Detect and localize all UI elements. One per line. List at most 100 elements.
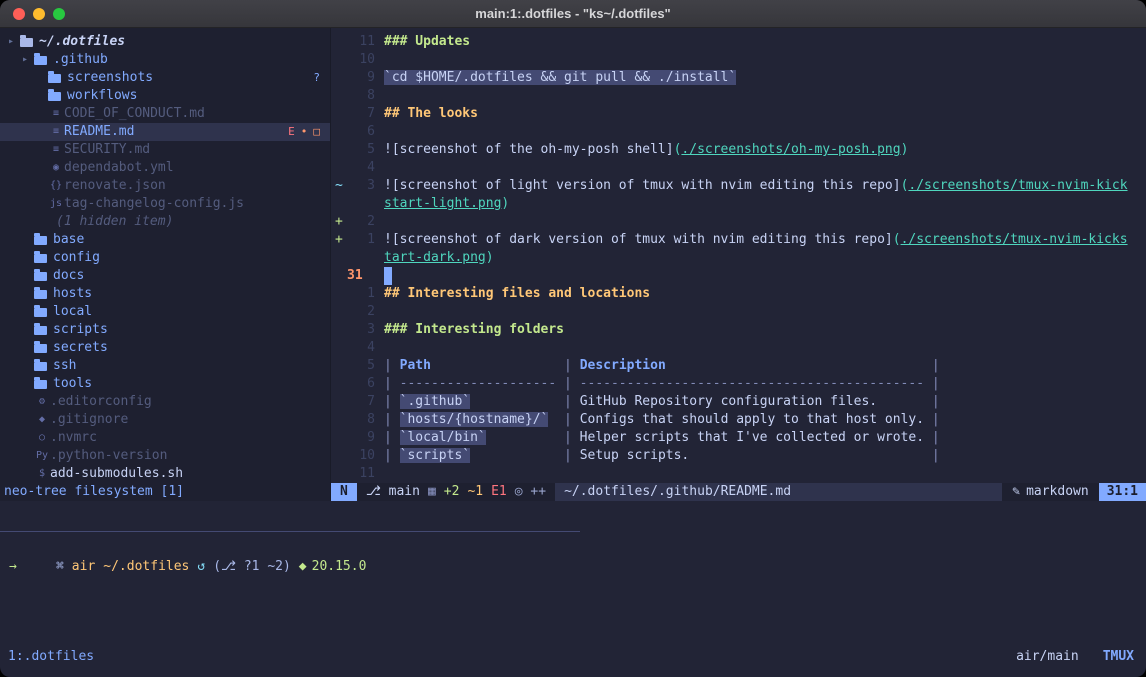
editor-line[interactable]: 9| `local/bin` | Helper scripts that I'v… [331, 429, 1146, 447]
tree-item-tag-changelog-config-js[interactable]: jstag-changelog-config.js [0, 195, 330, 213]
neo-tree-sidebar[interactable]: ▸~/.dotfiles▸ .githubscreenshots?workflow… [0, 28, 331, 501]
editor-line[interactable]: 1## Interesting files and locations [331, 285, 1146, 303]
text-segment: Description [580, 358, 666, 373]
editor-line[interactable]: 5| Path | Description | [331, 357, 1146, 375]
line-text [375, 339, 384, 357]
tree-item-local[interactable]: local [0, 303, 330, 321]
line-number: 7 [345, 105, 375, 123]
editor-line[interactable]: 8 [331, 87, 1146, 105]
tree-item-renovate-json[interactable]: {}renovate.json [0, 177, 330, 195]
tree-item-label: tools [53, 375, 92, 393]
editor-line[interactable]: 6 [331, 123, 1146, 141]
sign-column [331, 339, 345, 357]
line-number [345, 249, 375, 267]
editor-line[interactable]: 8| `hosts/{hostname}/` | Configs that sh… [331, 411, 1146, 429]
file-tree[interactable]: ▸~/.dotfiles▸ .githubscreenshots?workflow… [0, 28, 330, 483]
minimize-button[interactable] [33, 8, 45, 20]
tree-item-config[interactable]: config [0, 249, 330, 267]
line-text: ### Updates [375, 33, 470, 51]
expander-icon[interactable]: ▸ [8, 33, 20, 51]
line-number: 2 [345, 303, 375, 321]
editor-line[interactable]: +2 [331, 213, 1146, 231]
tree-item-label: README.md [64, 123, 134, 141]
folder-icon [34, 272, 47, 281]
editor-line[interactable]: 5![screenshot of the oh-my-posh shell](.… [331, 141, 1146, 159]
editor-line[interactable]: 31 [331, 267, 1146, 285]
editor-line[interactable]: 4 [331, 159, 1146, 177]
line-number: 5 [345, 357, 375, 375]
tree-item-label: CODE_OF_CONDUCT.md [64, 105, 205, 123]
shell-prompt: ⌘air~/.dotfiles↺(⎇ ?1 ~2)◆20.15.0 [0, 540, 1146, 558]
yml-file-icon: ◉ [48, 159, 64, 177]
tree-item-workflows[interactable]: workflows [0, 87, 330, 105]
line-number [345, 195, 375, 213]
editor-line[interactable]: start-light.png) [331, 195, 1146, 213]
tree-item-label: secrets [53, 339, 108, 357]
titlebar[interactable]: main:1:.dotfiles - "ks~/.dotfiles" [0, 0, 1146, 28]
shell-pane[interactable]: ⌘air~/.dotfiles↺(⎇ ?1 ~2)◆20.15.0 → [0, 529, 1146, 645]
editor-line[interactable]: 7| `.github` | GitHub Repository configu… [331, 393, 1146, 411]
tree-item-code-of-conduct-md[interactable]: ≡CODE_OF_CONDUCT.md [0, 105, 330, 123]
tree-item-dependabot-yml[interactable]: ◉dependabot.yml [0, 159, 330, 177]
tree-item-docs[interactable]: docs [0, 267, 330, 285]
tree-item-editorconfig[interactable]: ⚙.editorconfig [0, 393, 330, 411]
statusline-left: ⎇ main ▦ +2 ~1 E1 ◎ ++ [357, 483, 555, 501]
editor-line[interactable]: 9`cd $HOME/.dotfiles && git pull && ./in… [331, 69, 1146, 87]
editor-buffer[interactable]: 11### Updates 10 9`cd $HOME/.dotfiles &&… [331, 28, 1146, 483]
editor-line[interactable]: 11### Updates [331, 33, 1146, 51]
editor-line[interactable]: 10| `scripts` | Setup scripts. | [331, 447, 1146, 465]
filetype-label: markdown [1026, 483, 1089, 501]
folder-icon [34, 362, 47, 371]
editor-line[interactable]: 6| -------------------- | --------------… [331, 375, 1146, 393]
tree-item-dotfiles[interactable]: ▸~/.dotfiles [0, 33, 330, 51]
text-segment: | [384, 430, 400, 445]
tree-item-base[interactable]: base [0, 231, 330, 249]
text-segment: | [548, 412, 579, 427]
editor-line[interactable]: tart-dark.png) [331, 249, 1146, 267]
zoom-button[interactable] [53, 8, 65, 20]
tree-item-label: (1 hidden item) [56, 213, 173, 231]
sign-column [331, 285, 345, 303]
tree-item-ssh[interactable]: ssh [0, 357, 330, 375]
traffic-lights [13, 8, 65, 20]
text-segment: ./screenshots/tmux-nvim-kicks [901, 232, 1128, 247]
editor-line[interactable]: 10 [331, 51, 1146, 69]
expander-icon[interactable]: ▸ [22, 51, 34, 69]
tree-item-nvmrc[interactable]: ○.nvmrc [0, 429, 330, 447]
text-segment: | [384, 394, 400, 409]
editor-line[interactable]: 4 [331, 339, 1146, 357]
editor-line[interactable]: 7## The looks [331, 105, 1146, 123]
tree-item-screenshots[interactable]: screenshots? [0, 69, 330, 87]
git-branch-label: main [389, 484, 420, 499]
tmux-badge: TMUX [1103, 649, 1134, 664]
tree-item-readme-md[interactable]: ≡README.mdE•□ [0, 123, 330, 141]
tree-item-python-version[interactable]: Py.python-version [0, 447, 330, 465]
editor-line[interactable]: +1![screenshot of dark version of tmux w… [331, 231, 1146, 249]
editor[interactable]: 11### Updates 10 9`cd $HOME/.dotfiles &&… [331, 28, 1146, 501]
diff-modified-count: ~1 [467, 483, 483, 501]
editor-line[interactable]: 11 [331, 465, 1146, 483]
editor-line[interactable]: 2 [331, 303, 1146, 321]
tree-item-label: .github [53, 51, 108, 69]
tree-item-label: .python-version [50, 447, 167, 465]
editor-line[interactable]: ~3![screenshot of light version of tmux … [331, 177, 1146, 195]
tree-item-label: dependabot.yml [64, 159, 174, 177]
tree-item-tools[interactable]: tools [0, 375, 330, 393]
tree-item-security-md[interactable]: ≡SECURITY.md [0, 141, 330, 159]
tree-item-gitignore[interactable]: ◆.gitignore [0, 411, 330, 429]
sign-column [331, 69, 345, 87]
tree-item-1-hidden-item[interactable]: (1 hidden item) [0, 213, 330, 231]
mod-badge: • [301, 123, 308, 141]
close-button[interactable] [13, 8, 25, 20]
folder-icon [34, 380, 47, 389]
line-number: 11 [345, 33, 375, 51]
tmux-window-tab[interactable]: 1:.dotfiles [8, 649, 94, 664]
editor-line[interactable]: 3### Interesting folders [331, 321, 1146, 339]
tree-item-add-submodules-sh[interactable]: $add-submodules.sh [0, 465, 330, 483]
tree-item-github[interactable]: ▸ .github [0, 51, 330, 69]
tree-item-secrets[interactable]: secrets [0, 339, 330, 357]
tree-item-hosts[interactable]: hosts [0, 285, 330, 303]
tree-item-scripts[interactable]: scripts [0, 321, 330, 339]
text-segment: `local/bin` [400, 430, 486, 445]
tmux-status-right: air/main TMUX [1016, 649, 1134, 664]
